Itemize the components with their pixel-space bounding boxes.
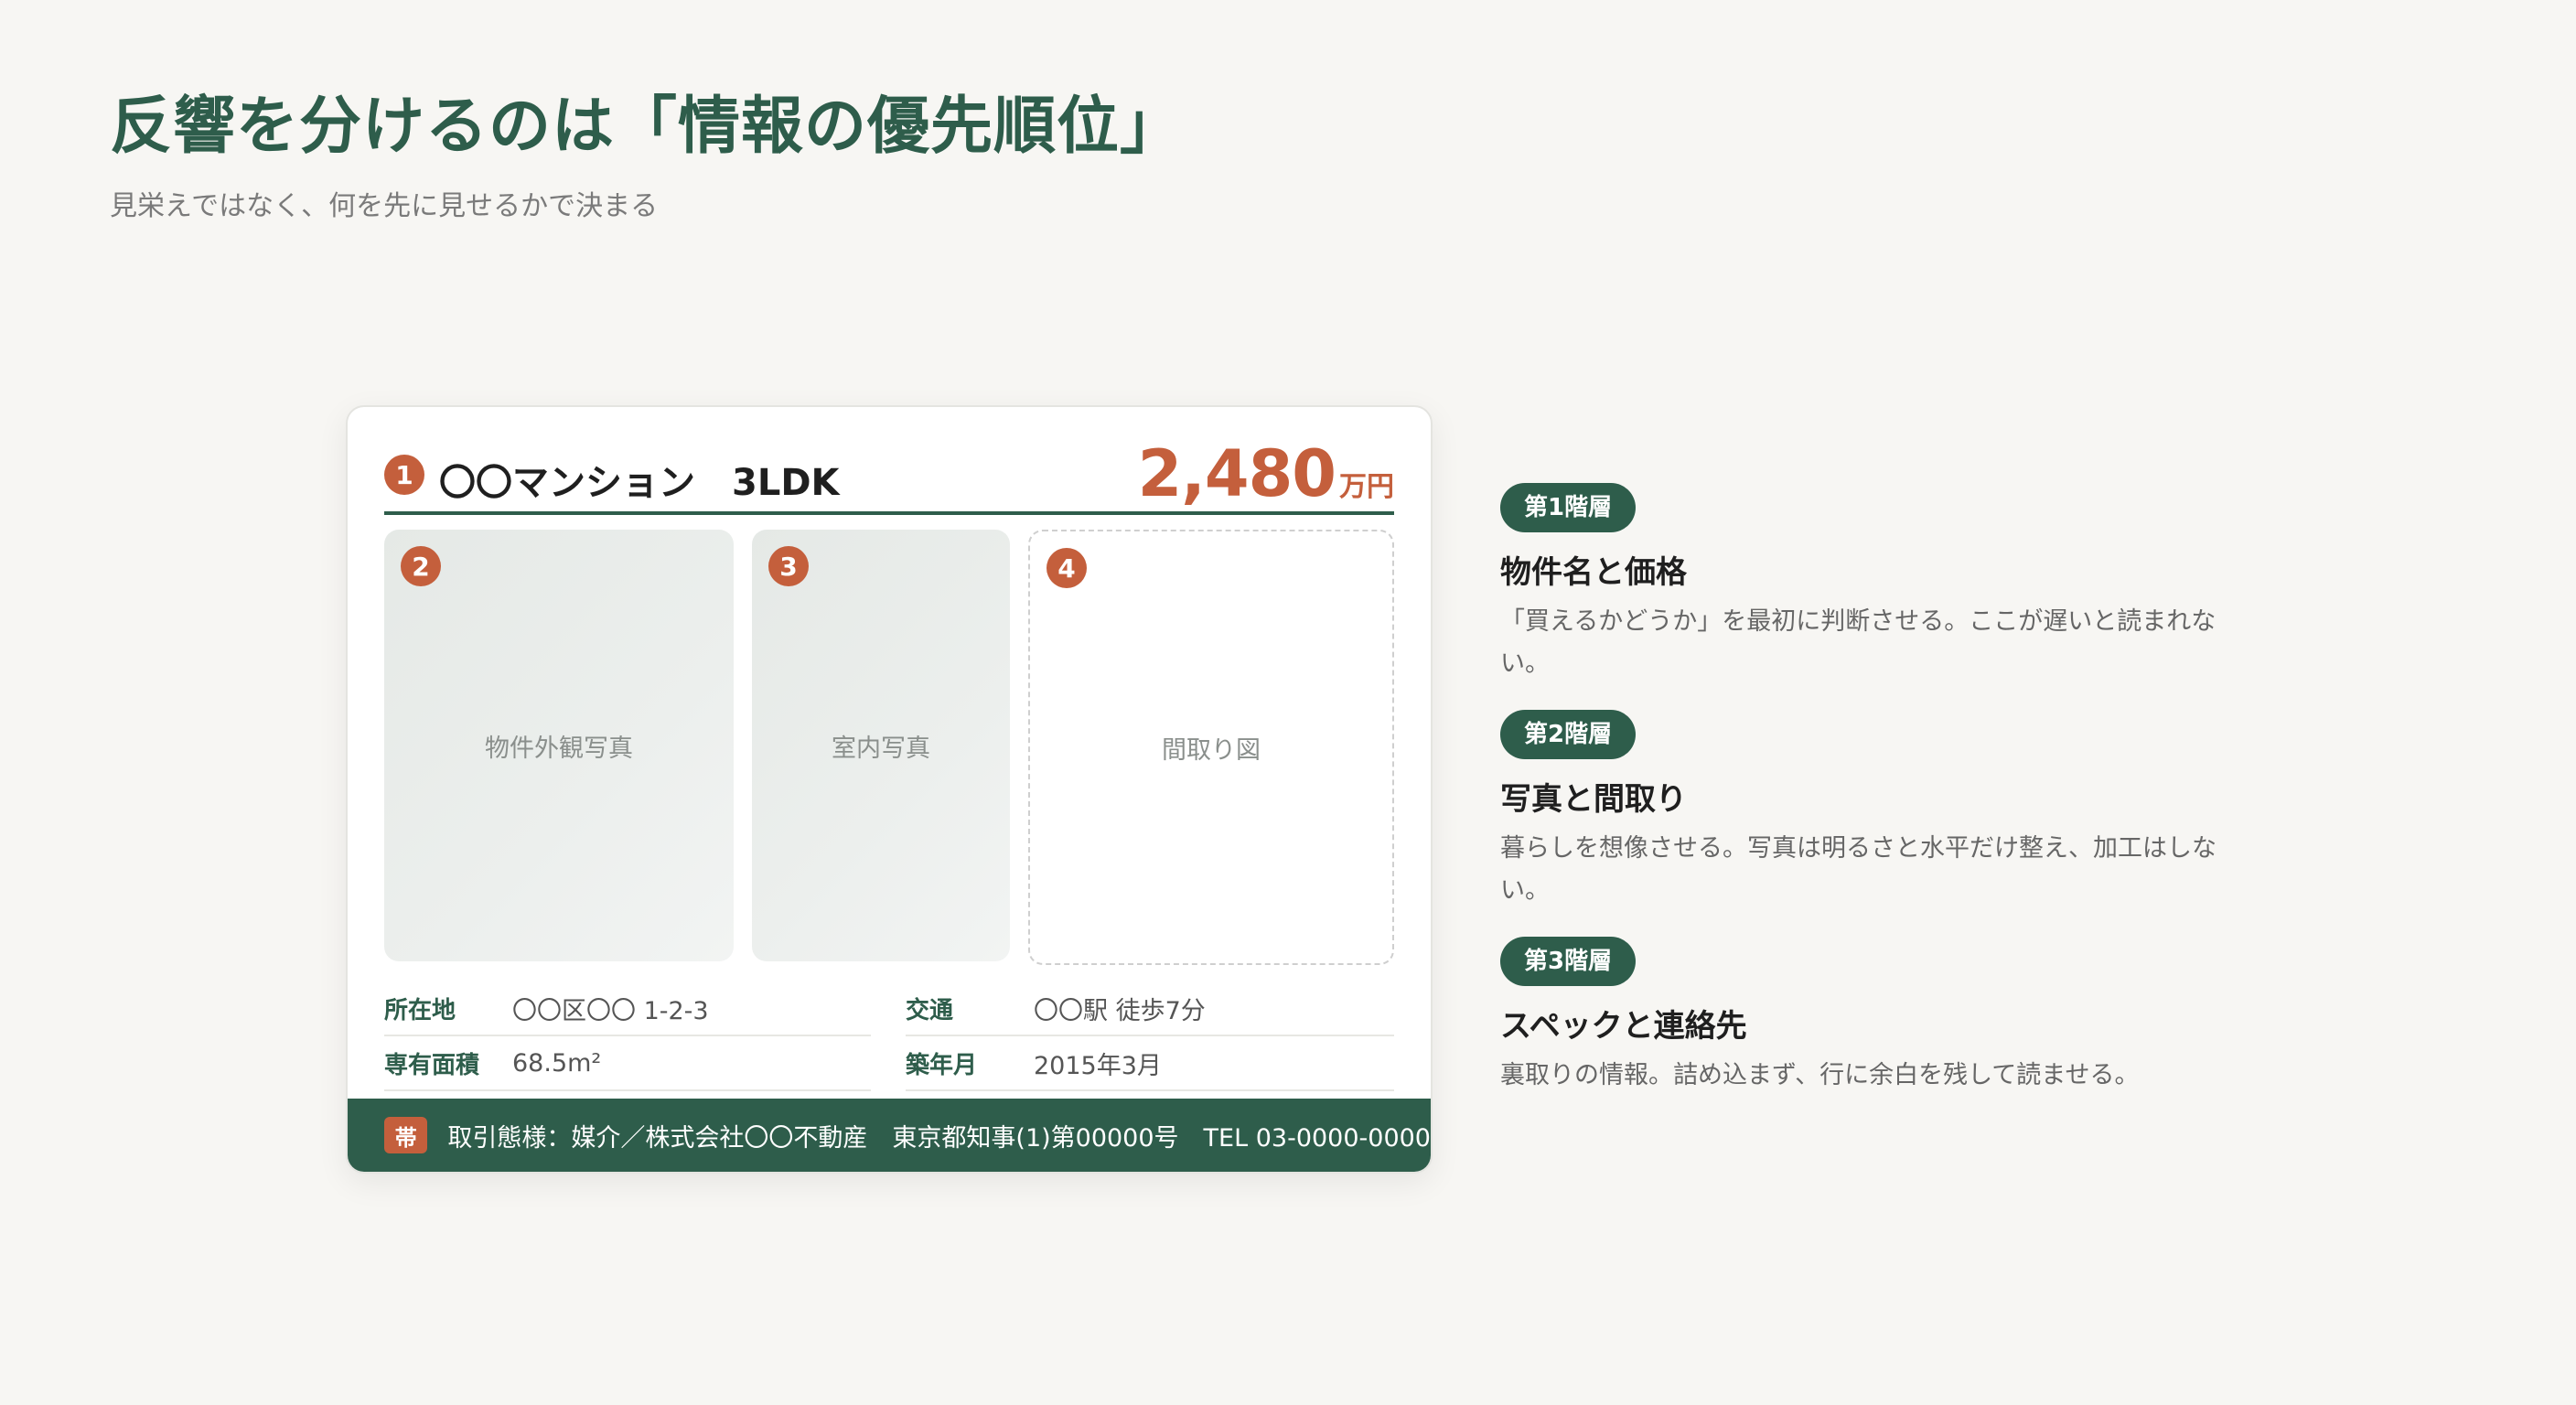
tier-description: 「買えるかどうか」を最初に判断させる。ここが遅いと読まれない。 xyxy=(1500,607,2216,678)
spec-key: 専有面積 xyxy=(384,1051,480,1079)
price-unit: 万円 xyxy=(1339,471,1394,503)
footer-text: 取引態様：媒介／株式会社〇〇不動産 東京都知事(1)第00000号 TEL 03… xyxy=(447,1123,1431,1153)
spec-row-built: 築年月 2015年3月 xyxy=(906,1036,1394,1091)
tier-2: 第2階層 写真と間取り 暮らしを想像させる。写真は明るさと水平だけ整え、加工はし… xyxy=(1500,710,2232,912)
spec-key: 築年月 xyxy=(906,1051,978,1079)
page-title: 反響を分けるのは「情報の優先順位」 xyxy=(110,91,1184,163)
card-footer-band: 帯 取引態様：媒介／株式会社〇〇不動産 東京都知事(1)第00000号 TEL … xyxy=(348,1099,1431,1172)
number-badge-4: 4 xyxy=(1046,548,1087,588)
number-badge-1: 1 xyxy=(384,455,424,495)
spec-key: 所在地 xyxy=(384,996,456,1024)
listing-card: 1 〇〇マンション 3LDK 2,480 万円 2 物件外観写真 3 室内写真 … xyxy=(346,405,1433,1174)
interior-photo-placeholder: 3 室内写真 xyxy=(752,530,1010,961)
tier-badge: 第3階層 xyxy=(1500,937,1637,986)
spec-value: 2015年3月 xyxy=(1034,1051,1162,1080)
tier-description: 裏取りの情報。詰め込まず、行に余白を残して読ませる。 xyxy=(1500,1061,2140,1089)
spec-row-location: 所在地 〇〇区〇〇 1-2-3 xyxy=(384,981,871,1036)
spec-key: 交通 xyxy=(906,996,954,1024)
price: 2,480 万円 xyxy=(1138,436,1394,511)
floor-plan-placeholder: 4 間取り図 xyxy=(1028,530,1394,965)
exterior-photo-placeholder: 2 物件外観写真 xyxy=(384,530,734,961)
card-header: 1 〇〇マンション 3LDK 2,480 万円 xyxy=(384,434,1394,515)
spec-value: 〇〇区〇〇 1-2-3 xyxy=(512,996,709,1025)
tier-badge: 第2階層 xyxy=(1500,710,1637,759)
number-badge-3: 3 xyxy=(768,546,809,586)
spec-value: 68.5m² xyxy=(512,1048,602,1078)
spec-value: 〇〇駅 徒歩7分 xyxy=(1034,996,1206,1025)
price-value: 2,480 xyxy=(1137,436,1336,511)
number-badge-2: 2 xyxy=(401,546,441,586)
tier-heading: 写真と間取り xyxy=(1500,781,1687,818)
tier-heading: 物件名と価格 xyxy=(1500,554,1687,591)
spec-row-access: 交通 〇〇駅 徒歩7分 xyxy=(906,981,1394,1036)
exterior-photo-label: 物件外観写真 xyxy=(485,734,633,763)
spec-row-area: 専有面積 68.5m² xyxy=(384,1036,871,1091)
tier-heading: スペックと連絡先 xyxy=(1500,1008,1747,1045)
interior-photo-label: 室内写真 xyxy=(832,734,930,763)
tier-3: 第3階層 スペックと連絡先 裏取りの情報。詰め込まず、行に余白を残して読ませる。 xyxy=(1500,937,2232,1097)
tier-description: 暮らしを想像させる。写真は明るさと水平だけ整え、加工はしない。 xyxy=(1500,834,2216,905)
tier-badge: 第1階層 xyxy=(1500,483,1637,532)
property-name: 〇〇マンション 3LDK xyxy=(439,462,840,504)
floor-plan-label: 間取り図 xyxy=(1162,735,1261,765)
page-subtitle: 見栄えではなく、何を先に見せるかで決まる xyxy=(110,190,659,222)
tier-1: 第1階層 物件名と価格 「買えるかどうか」を最初に判断させる。ここが遅いと読まれ… xyxy=(1500,483,2232,685)
obi-badge: 帯 xyxy=(384,1117,428,1153)
